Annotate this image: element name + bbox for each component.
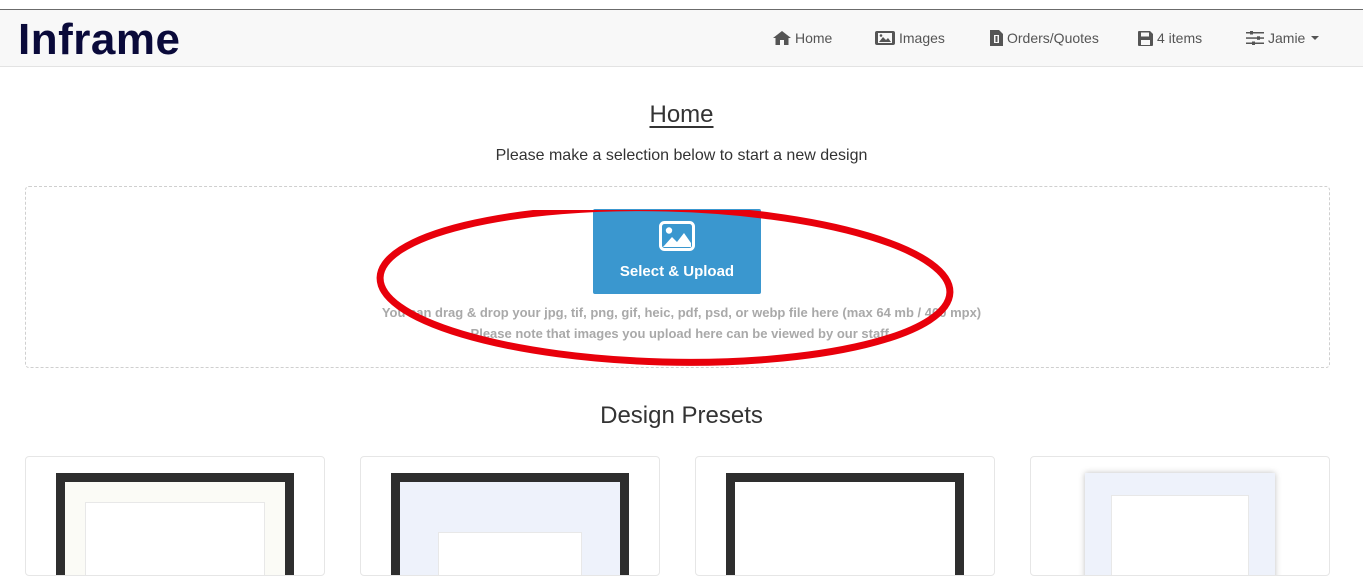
upload-hint-formats: You can drag & drop your jpg, tif, png, … (381, 305, 982, 320)
sliders-icon (1246, 31, 1264, 45)
save-icon (1138, 30, 1153, 46)
nav-cart[interactable]: 4 items (1138, 10, 1202, 66)
nav-orders-label: Orders/Quotes (1007, 30, 1099, 46)
nav-orders[interactable]: Orders/Quotes (990, 10, 1099, 66)
frame-preview (726, 473, 964, 575)
home-icon (773, 31, 791, 45)
nav-images[interactable]: Images (875, 10, 945, 66)
image-icon (659, 221, 695, 251)
upload-hint-privacy: Please note that images you upload here … (470, 326, 893, 341)
page-title: Home (649, 101, 714, 128)
preset-card[interactable] (1030, 456, 1330, 576)
frame-preview (391, 473, 629, 575)
presets-title: Design Presets (600, 402, 763, 429)
page-subtitle: Please make a selection below to start a… (495, 147, 868, 164)
preset-card[interactable] (695, 456, 995, 576)
user-menu[interactable]: Jamie (1246, 10, 1320, 66)
nav-home[interactable]: Home (773, 10, 832, 66)
preset-card[interactable] (360, 456, 660, 576)
caret-down-icon (1311, 36, 1320, 40)
nav-cart-label: 4 items (1157, 30, 1203, 46)
nav-home-label: Home (795, 30, 833, 46)
orders-icon (990, 30, 1003, 46)
user-name: Jamie (1268, 30, 1306, 46)
preset-card[interactable] (25, 456, 325, 576)
navbar: Inframe Home Images Orders/Quotes 4 item… (0, 10, 1363, 67)
select-upload-button[interactable]: Select & Upload (593, 209, 761, 294)
frame-preview (1085, 473, 1275, 575)
images-icon (875, 31, 895, 45)
select-upload-label: Select & Upload (619, 263, 735, 280)
nav-images-label: Images (899, 30, 945, 46)
frame-preview (56, 473, 294, 575)
brand-logo[interactable]: Inframe (18, 12, 180, 68)
